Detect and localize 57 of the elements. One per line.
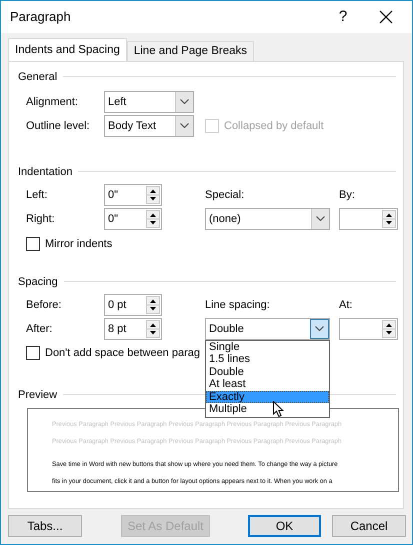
dropdown-button[interactable] [310, 318, 329, 338]
section-heading: Indentation [18, 166, 72, 178]
spin-field[interactable]: 8 pt [104, 318, 162, 340]
field-label: At: [339, 298, 352, 310]
checkbox-label: Collapsed by default [224, 120, 324, 132]
field-label: Line spacing: [205, 298, 270, 310]
dropdown-option[interactable]: Multiple [206, 403, 329, 416]
field-label: Right: [26, 212, 55, 224]
field-label: Outline level: [26, 120, 90, 132]
dropdown[interactable]: Left [104, 90, 194, 112]
spin-arrows[interactable] [146, 296, 160, 314]
dropdown-button[interactable] [175, 92, 193, 112]
dialog-button[interactable]: Tabs... [8, 515, 82, 538]
dropdown-button[interactable] [175, 116, 193, 136]
spin-field[interactable]: 0" [104, 208, 162, 230]
spin-arrows[interactable] [146, 210, 160, 228]
spin-field[interactable] [339, 208, 398, 230]
chevron-icon [315, 326, 324, 331]
spin-field[interactable] [339, 318, 398, 340]
dropdown[interactable]: (none) [205, 208, 330, 230]
window-title: Paragraph [10, 9, 72, 24]
field-label: By: [339, 188, 355, 200]
dropdown-option[interactable]: Single [206, 340, 329, 353]
tab[interactable]: Indents and Spacing [8, 38, 127, 62]
chevron-icon [180, 99, 189, 104]
field-label: After: [26, 322, 52, 334]
spin-field[interactable]: 0 pt [104, 294, 162, 316]
dropdown-option[interactable]: Exactly [206, 390, 329, 403]
chevron-icon [316, 216, 325, 221]
checkbox[interactable] [26, 236, 40, 250]
spin-arrows[interactable] [146, 320, 160, 338]
section-heading: General [18, 70, 58, 82]
section-heading: Spacing [18, 276, 58, 288]
field-label: Alignment: [26, 96, 78, 108]
close-icon[interactable] [379, 10, 393, 24]
dropdown-option[interactable]: 1.5 lines [206, 353, 329, 366]
help-button[interactable]: ? [333, 8, 353, 26]
chevron-icon [180, 123, 189, 128]
checkbox[interactable] [26, 346, 40, 360]
dialog-button[interactable]: OK [248, 515, 321, 538]
spin-field[interactable]: 0" [104, 184, 162, 206]
dropdown-option[interactable]: Double [206, 366, 329, 378]
spin-arrows[interactable] [146, 186, 160, 204]
section-heading: Preview [18, 388, 58, 400]
field-label: Special: [205, 188, 244, 200]
dropdown-option[interactable]: At least [206, 378, 329, 390]
field-label: Before: [26, 298, 62, 310]
dropdown[interactable]: Double [205, 318, 330, 340]
dropdown-button[interactable] [311, 208, 329, 228]
dialog-button[interactable]: Cancel [332, 515, 406, 538]
checkbox-label: Mirror indents [45, 238, 112, 250]
tab[interactable]: Line and Page Breaks [126, 40, 254, 60]
field-label: Left: [26, 188, 48, 200]
spin-arrows[interactable] [382, 320, 396, 338]
spin-arrows[interactable] [382, 210, 396, 228]
checkbox-label: Don't add space between parag [45, 346, 200, 358]
dropdown[interactable]: Body Text [104, 114, 194, 136]
